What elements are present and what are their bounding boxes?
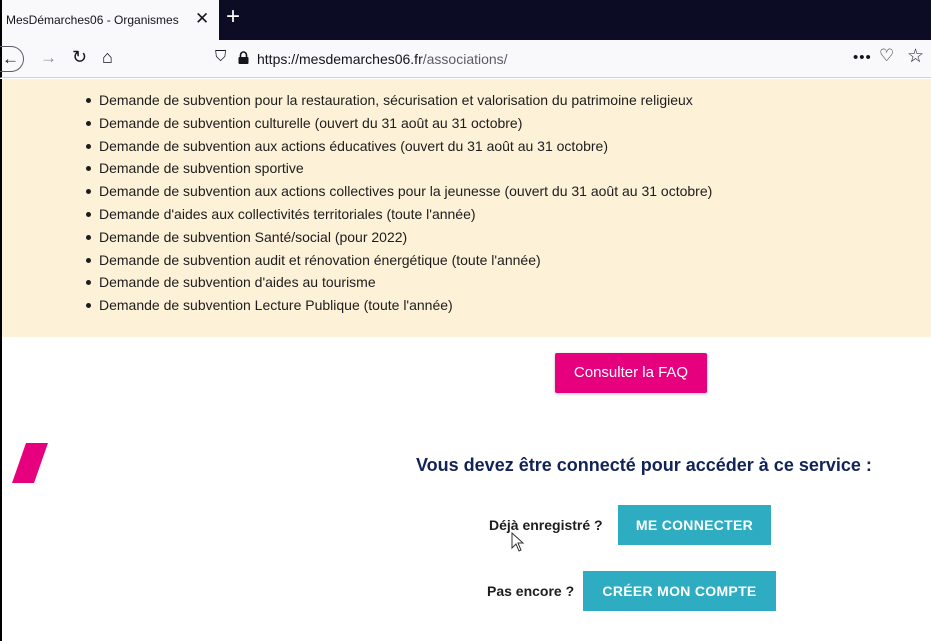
navigation-toolbar: ← → ↻ ⌂ ⛉ https://mesdemarches06.fr/asso… <box>0 40 931 78</box>
login-required-title: Vous devez être connecté pour accéder à … <box>416 455 872 475</box>
new-tab-icon[interactable]: + <box>226 4 240 30</box>
browser-tab[interactable]: MesDémarches06 - Organismes ✕ <box>0 0 219 40</box>
list-item: Demande de subvention pour la restaurati… <box>86 89 712 112</box>
create-account-button[interactable]: CRÉER MON COMPTE <box>583 571 776 611</box>
back-icon[interactable]: ← <box>0 46 24 72</box>
url-text[interactable]: https://mesdemarches06.fr/associations/ <box>257 51 508 67</box>
list-item: Demande de subvention culturelle (ouvert… <box>86 112 712 135</box>
bookmark-star-icon[interactable]: ☆ <box>907 45 924 68</box>
tab-title: MesDémarches06 - Organismes <box>6 13 179 27</box>
login-button[interactable]: ME CONNECTER <box>618 505 771 545</box>
url-bar[interactable]: ⛉ https://mesdemarches06.fr/associations… <box>208 44 856 74</box>
close-icon[interactable]: ✕ <box>195 10 209 27</box>
not-yet-label: Pas encore ? <box>487 583 575 599</box>
reload-icon[interactable]: ↻ <box>72 47 87 68</box>
forward-icon[interactable]: → <box>40 48 57 68</box>
lock-icon[interactable] <box>238 51 249 64</box>
home-icon[interactable]: ⌂ <box>102 47 113 68</box>
list-item: Demande de subvention Santé/social (pour… <box>86 226 712 249</box>
list-item: Demande de subvention aux actions éducat… <box>86 135 712 158</box>
decorative-slash-shape <box>12 443 48 483</box>
mouse-cursor-icon <box>511 532 525 552</box>
already-registered-label: Déjà enregistré ? <box>489 517 603 533</box>
list-item: Demande de subvention sportive <box>86 157 712 180</box>
list-item: Demande de subvention Lecture Publique (… <box>86 294 712 317</box>
browser-tab-strip: MesDémarches06 - Organismes ✕ + <box>0 0 931 40</box>
page-actions-icon[interactable]: ••• <box>853 49 872 66</box>
url-host: https://mesdemarches06.fr <box>257 51 423 67</box>
pocket-icon[interactable]: ♡ <box>879 46 894 66</box>
page-content: Demande de subvention pour la restaurati… <box>0 79 931 641</box>
tracking-shield-icon[interactable]: ⛉ <box>215 48 226 65</box>
list-item: Demande de subvention d'aides au tourism… <box>86 271 712 294</box>
subsidy-list: Demande de subvention pour la restaurati… <box>86 89 712 317</box>
subsidy-list-panel: Demande de subvention pour la restaurati… <box>2 79 931 337</box>
url-path: /associations/ <box>422 51 508 67</box>
list-item: Demande d'aides aux collectivités territ… <box>86 203 712 226</box>
list-item: Demande de subvention aux actions collec… <box>86 180 712 203</box>
faq-button[interactable]: Consulter la FAQ <box>555 353 707 393</box>
list-item: Demande de subvention audit et rénovatio… <box>86 249 712 272</box>
